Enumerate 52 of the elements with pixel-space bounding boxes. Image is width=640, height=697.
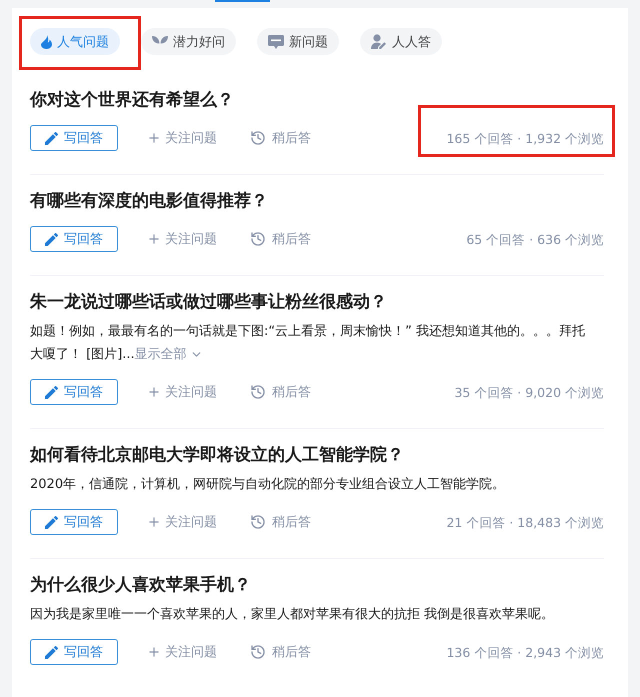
plus-icon (147, 515, 161, 529)
question-excerpt: 因为我是家里唯一一个喜欢苹果的人，家里人都对苹果有很大的抗拒 我倒是很喜欢苹果呢。 (30, 606, 556, 624)
answer-later-button[interactable]: 稍后答 (250, 226, 311, 252)
question-excerpt: 2020年，信通院，计算机，网研院与自动化院的部分专业组合设立人工智能学院。 (30, 476, 506, 494)
plus-icon (147, 232, 161, 246)
flame-icon (41, 34, 52, 48)
pencil-icon (45, 646, 58, 658)
follow-question-button[interactable]: 关注问题 (147, 226, 217, 252)
filter-tab[interactable]: 人气问题 (30, 28, 120, 55)
answer-later-button[interactable]: 稍后答 (250, 379, 311, 405)
follow-question-button[interactable]: 关注问题 (147, 379, 217, 405)
clock-icon (250, 644, 266, 660)
follow-question-button[interactable]: 关注问题 (147, 639, 217, 665)
question-stats: 65 个回答 · 636 个浏览 (466, 232, 604, 247)
filter-tab[interactable]: 新问题 (257, 28, 339, 55)
question-excerpt: 如题！例如，最最有名的一句话就是下图:“云上看景，周末愉快！” 我还想知道其他的。。。拜托大嗄了！ [图片]...显示全部 (30, 320, 592, 366)
plus-icon (147, 131, 161, 145)
speech-bubble-icon (268, 34, 284, 48)
clock-icon (250, 384, 266, 400)
filter-tab[interactable]: 人人答 (360, 28, 442, 55)
question-stats: 136 个回答 · 2,943 个浏览 (446, 645, 604, 660)
question-title[interactable]: 如何看待北京邮电大学即将设立的人工智能学院？ (30, 443, 604, 467)
question-title[interactable]: 为什么很少人喜欢苹果手机？ (30, 573, 604, 597)
answer-later-button[interactable]: 稍后答 (250, 509, 311, 535)
clock-icon (250, 514, 266, 530)
pencil-icon (45, 132, 58, 144)
pencil-icon (45, 232, 58, 246)
write-answer-button[interactable]: 写回答 (30, 379, 118, 405)
show-all-link[interactable]: 显示全部 (134, 343, 203, 366)
write-answer-button[interactable]: 写回答 (30, 639, 118, 665)
plus-icon (147, 645, 161, 659)
filter-tab[interactable]: 潜力好问 (141, 28, 236, 55)
question-stats: 165 个回答 · 1,932 个浏览 (446, 131, 604, 146)
write-answer-button[interactable]: 写回答 (30, 226, 118, 252)
plus-icon (147, 385, 161, 399)
follow-question-button[interactable]: 关注问题 (147, 125, 217, 151)
clock-icon (250, 231, 266, 247)
follow-question-button[interactable]: 关注问题 (147, 509, 217, 535)
pencil-icon (45, 386, 58, 398)
answer-later-button[interactable]: 稍后答 (250, 125, 311, 151)
question-stats: 35 个回答 · 9,020 个浏览 (454, 385, 604, 400)
question-stats: 21 个回答 · 18,483 个浏览 (446, 515, 604, 530)
answer-later-button[interactable]: 稍后答 (250, 639, 311, 665)
clock-icon (250, 130, 266, 146)
pencil-icon (45, 516, 58, 528)
write-answer-button[interactable]: 写回答 (30, 509, 118, 535)
question-title[interactable]: 朱一龙说过哪些话或做过哪些事让粉丝很感动？ (30, 290, 604, 314)
active-tab-underline (215, 0, 270, 2)
person-pencil-icon (371, 34, 387, 49)
write-answer-button[interactable]: 写回答 (30, 125, 118, 151)
question-title[interactable]: 有哪些有深度的电影值得推荐？ (30, 189, 604, 213)
question-title[interactable]: 你对这个世界还有希望么？ (30, 88, 604, 112)
